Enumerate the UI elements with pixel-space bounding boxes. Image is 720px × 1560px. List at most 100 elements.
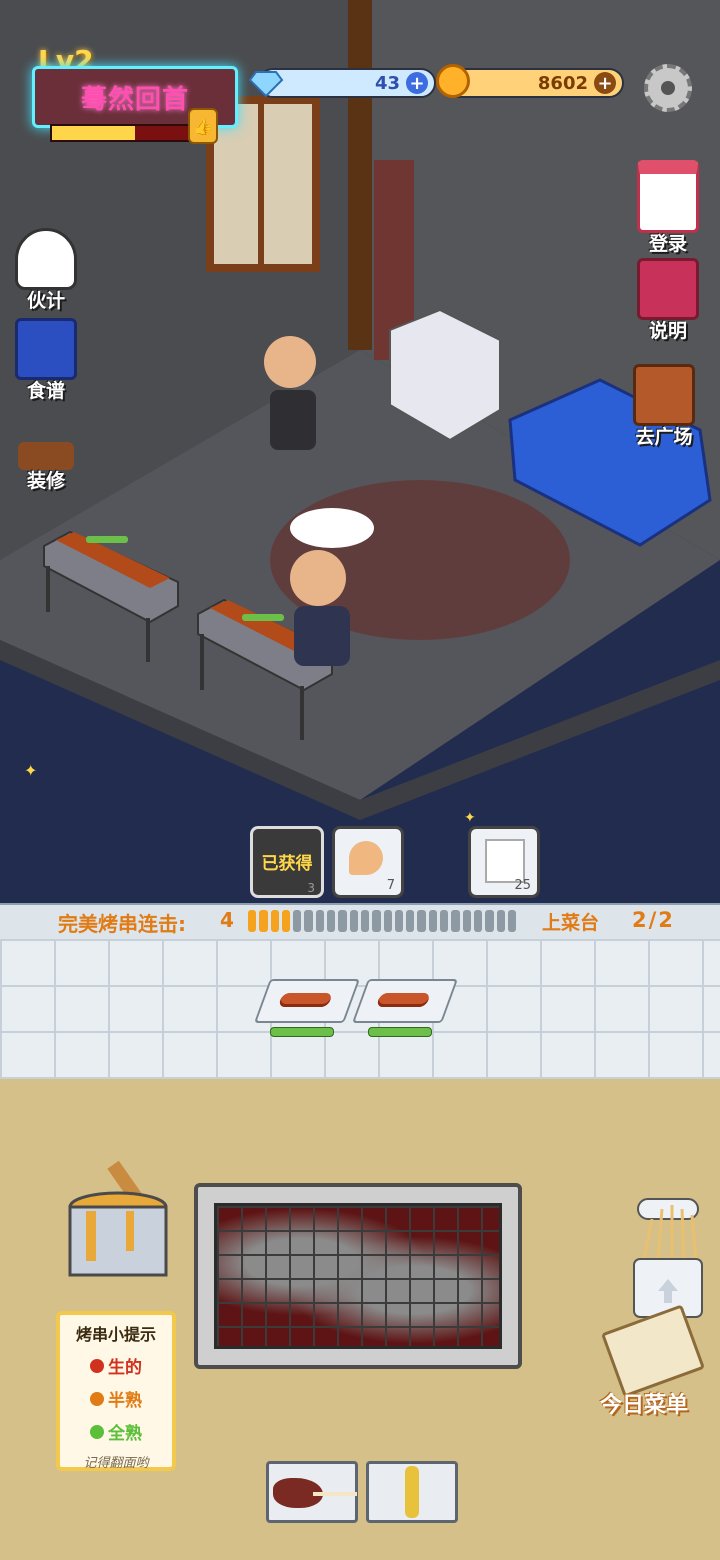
serve-counter-label: 上菜台 bbox=[542, 912, 600, 934]
combo-segment bbox=[507, 910, 517, 932]
order-count: 25 bbox=[514, 878, 531, 893]
tip-label: 半熟 bbox=[108, 1391, 142, 1411]
raw-dot-icon bbox=[90, 1358, 104, 1373]
order-bubble-2[interactable]: 7 bbox=[332, 826, 404, 898]
combo-segment bbox=[281, 910, 291, 932]
chicken-leg-icon bbox=[349, 841, 383, 875]
recipe-book-icon bbox=[15, 318, 77, 380]
combo-segment bbox=[338, 910, 347, 932]
skewer-meat bbox=[375, 993, 431, 1007]
side-button-label: 说明 bbox=[648, 320, 687, 342]
combo-segment bbox=[394, 910, 404, 932]
combo-segment bbox=[259, 910, 268, 932]
tip-raw: 生的 bbox=[60, 1353, 172, 1378]
combo-label: 完美烤串连击: bbox=[58, 912, 186, 936]
order-bubble-3[interactable]: 25 bbox=[468, 826, 540, 898]
tip-label: 全熟 bbox=[108, 1424, 142, 1444]
combo-segment bbox=[406, 910, 415, 932]
ingredient-slot-2[interactable] bbox=[366, 1461, 458, 1523]
grill-tips-card: 烤串小提示 生的 半熟 全熟 记得翻面哟 bbox=[56, 1311, 176, 1471]
tip-done: 全熟 bbox=[60, 1419, 172, 1444]
sauce-pot-icon[interactable] bbox=[56, 1155, 176, 1295]
skewer-meat bbox=[277, 993, 333, 1007]
door-icon bbox=[633, 364, 695, 426]
side-button-decor[interactable]: 装修 bbox=[6, 428, 86, 493]
coin-counter: 8602 + bbox=[444, 68, 624, 98]
side-button-label: 登录 bbox=[648, 233, 687, 255]
combo-segment bbox=[315, 910, 325, 932]
combo-meter bbox=[248, 910, 517, 932]
ingredient-slot-1[interactable] bbox=[266, 1461, 358, 1523]
serving-counter bbox=[0, 939, 720, 1082]
side-button-recipe[interactable]: 食谱 bbox=[6, 318, 86, 403]
side-button-login[interactable]: 登录 bbox=[628, 160, 708, 256]
level-progress-fill bbox=[52, 126, 135, 140]
calendar-icon bbox=[637, 160, 699, 233]
combo-segment bbox=[372, 910, 381, 932]
gem-value: 43 bbox=[374, 72, 400, 94]
side-button-manual[interactable]: 说明 bbox=[628, 258, 708, 343]
kitchen-prep-area: 烤串小提示 生的 半熟 全熟 记得翻面哟 今日菜单 bbox=[0, 1079, 720, 1560]
ingredient-icon bbox=[485, 839, 525, 883]
combo-segment bbox=[440, 910, 449, 932]
tip-label: 生的 bbox=[108, 1358, 142, 1378]
order-count: 7 bbox=[386, 878, 395, 893]
side-button-label: 食谱 bbox=[26, 380, 65, 402]
player-title: 蓦然回首 bbox=[80, 84, 189, 115]
add-coins-button[interactable]: + bbox=[594, 72, 616, 94]
combo-segment bbox=[327, 910, 336, 932]
order-bubble-1[interactable]: 已获得 3 bbox=[250, 826, 324, 898]
combo-segment bbox=[349, 910, 358, 932]
svg-text:✦: ✦ bbox=[24, 761, 37, 780]
combo-segment bbox=[496, 910, 505, 932]
serve-counter-value: 2/2 bbox=[632, 908, 675, 932]
side-button-label: 伙计 bbox=[26, 290, 65, 312]
combo-segment bbox=[360, 910, 370, 932]
corn-skewer-icon bbox=[405, 1466, 419, 1518]
order-obtained-label: 已获得 bbox=[261, 854, 313, 874]
combo-segment bbox=[270, 910, 279, 932]
skewer-stick bbox=[313, 1492, 357, 1496]
combo-segment bbox=[383, 910, 392, 932]
combo-segment bbox=[428, 910, 438, 932]
side-button-label: 装修 bbox=[26, 470, 65, 492]
side-button-staff[interactable]: 伙计 bbox=[6, 228, 86, 313]
coin-icon bbox=[436, 64, 470, 98]
thumbs-up-icon: 👍 bbox=[188, 108, 218, 144]
coin-value: 8602 bbox=[537, 72, 588, 94]
skewer-plate[interactable] bbox=[351, 979, 459, 1023]
tips-title: 烤串小提示 bbox=[75, 1325, 156, 1344]
tips-note: 记得翻面哟 bbox=[83, 1456, 149, 1471]
gem-counter: 43 + bbox=[258, 68, 436, 98]
plate-freshness-bar bbox=[270, 1027, 334, 1037]
skewer-plate[interactable] bbox=[253, 979, 361, 1023]
combo-segment bbox=[293, 910, 302, 932]
combo-segment bbox=[451, 910, 460, 932]
game-scene[interactable]: ✦ ✦ Lv2 蓦然回首 👍 43 + 8602 + 伙计 食谱 装修 登录 说… bbox=[0, 0, 720, 905]
plate-freshness-bar bbox=[368, 1027, 432, 1037]
add-gems-button[interactable]: + bbox=[406, 72, 428, 94]
manual-book-icon bbox=[637, 258, 699, 320]
order-count: 3 bbox=[307, 881, 315, 895]
combo-segment bbox=[473, 910, 483, 932]
settings-gear-icon[interactable] bbox=[644, 64, 692, 112]
side-button-plaza[interactable]: 去广场 bbox=[624, 364, 704, 449]
combo-strip: 完美烤串连击: 4 上菜台 2/2 bbox=[0, 903, 720, 941]
diamond-icon bbox=[248, 71, 284, 98]
medium-dot-icon bbox=[90, 1391, 104, 1406]
combo-segment bbox=[485, 910, 494, 932]
combo-segment bbox=[248, 910, 257, 932]
combo-segment bbox=[462, 910, 471, 932]
grill-rack[interactable] bbox=[194, 1183, 522, 1369]
done-dot-icon bbox=[90, 1424, 104, 1439]
chef-icon bbox=[15, 228, 77, 290]
tip-medium: 半熟 bbox=[60, 1386, 172, 1411]
level-progress-bar bbox=[50, 124, 204, 142]
skewer-cup-icon[interactable] bbox=[632, 1179, 706, 1319]
combo-segment bbox=[417, 910, 426, 932]
grill-surface[interactable] bbox=[214, 1203, 502, 1349]
combo-segment bbox=[304, 910, 313, 932]
svg-text:✦: ✦ bbox=[464, 810, 476, 826]
side-button-label: 去广场 bbox=[635, 426, 693, 448]
today-menu-button[interactable]: 今日菜单 bbox=[600, 1387, 688, 1419]
